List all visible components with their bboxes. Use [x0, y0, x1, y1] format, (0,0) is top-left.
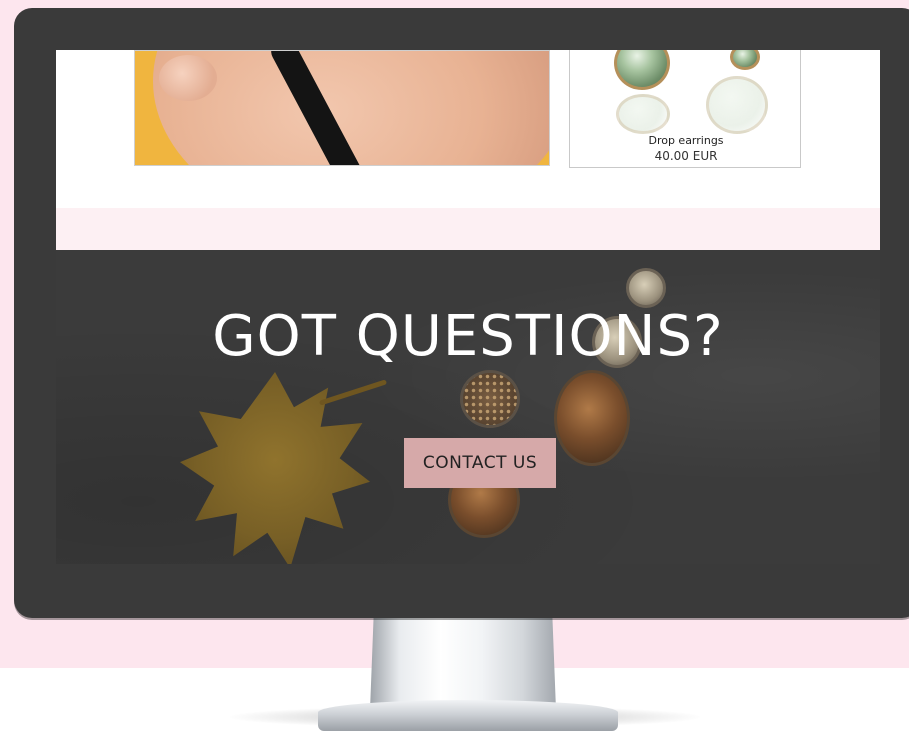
product-price: 40.00 EUR [654, 149, 718, 163]
photo-shoulder-highlight [159, 55, 217, 101]
monitor-stand-base [318, 700, 618, 731]
model-photo[interactable] [134, 50, 550, 166]
product-name[interactable]: Drop earrings [570, 134, 800, 147]
product-card[interactable]: Drop earrings 40.00 EUR [569, 50, 801, 168]
questions-section: GOT QUESTIONS? CONTACT US [56, 250, 880, 564]
contact-us-button[interactable]: CONTACT US [404, 438, 556, 488]
earring-stone-image [460, 370, 520, 428]
earring-reflection [706, 76, 768, 134]
questions-heading: GOT QUESTIONS? [212, 304, 724, 369]
earring-reflection [616, 94, 670, 134]
earring-gem-icon [730, 50, 760, 70]
website-screen: Drop earrings 40.00 EUR GOT QUESTIONS? C… [56, 50, 880, 564]
monitor-stand-neck [370, 614, 556, 710]
earring-stone-image [554, 370, 630, 466]
section-divider-band [56, 208, 880, 250]
earring-gem-icon [614, 50, 670, 90]
